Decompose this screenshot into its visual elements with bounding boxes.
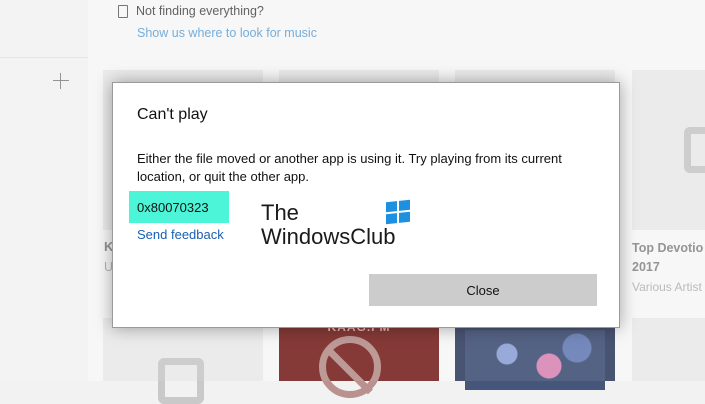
watermark-logo: The WindowsClub	[261, 201, 396, 249]
dialog-title: Can't play	[137, 106, 208, 123]
watermark-line1: The	[261, 200, 299, 225]
send-feedback-link[interactable]: Send feedback	[137, 227, 224, 242]
watermark-line2: WindowsClub	[261, 224, 396, 249]
error-code: 0x80070323	[129, 191, 229, 223]
windows-logo-icon	[386, 199, 410, 225]
close-button[interactable]: Close	[369, 274, 597, 306]
error-dialog: Can't play Either the file moved or anot…	[112, 82, 620, 328]
dialog-message: Either the file moved or another app is …	[137, 151, 562, 184]
